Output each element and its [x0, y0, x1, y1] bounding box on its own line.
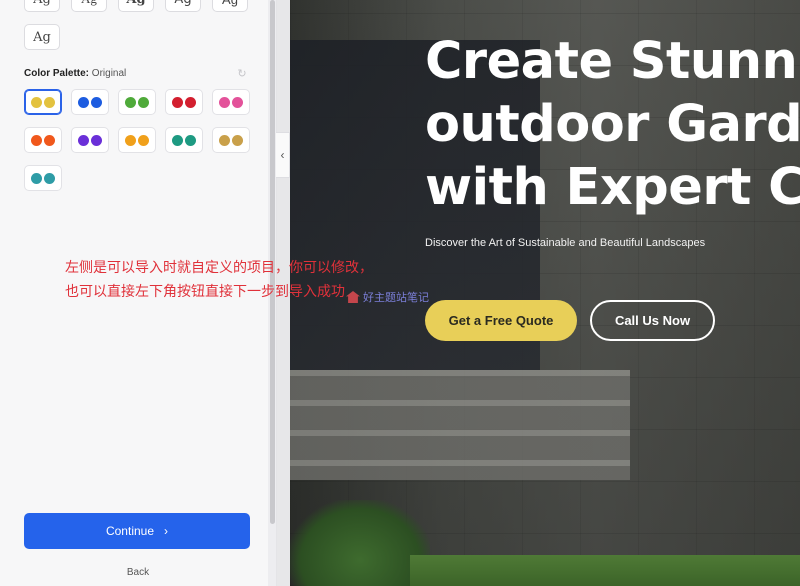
hero-subtitle: Discover the Art of Sustainable and Beau…	[425, 237, 706, 249]
annotation-line: 也可以直接左下角按钮直接下一步到导入成功	[65, 284, 345, 300]
continue-button[interactable]: Continue ›	[24, 513, 250, 549]
color-dot	[172, 134, 183, 146]
color-dot	[31, 134, 42, 146]
font-option[interactable]: Ag	[71, 0, 107, 12]
background-steps	[290, 370, 630, 480]
palette-swatch[interactable]	[165, 127, 203, 153]
house-icon	[346, 291, 360, 303]
font-option[interactable]: Ag	[118, 0, 154, 12]
color-dot	[91, 96, 102, 108]
color-dot	[78, 134, 89, 146]
watermark-text: 好主题站笔记	[363, 292, 429, 304]
continue-label: Continue	[105, 524, 155, 538]
hero-title: Create Stunnin outdoor Garde with Expert…	[425, 30, 800, 219]
palette-swatch[interactable]	[71, 127, 109, 153]
color-dot	[138, 134, 149, 146]
collapse-sidebar-button[interactable]: ‹	[276, 132, 290, 178]
palette-swatch[interactable]	[24, 127, 62, 153]
color-dot	[78, 96, 89, 108]
hero-line: with Expert Ca	[425, 158, 800, 217]
annotation-text: 左侧是可以导入时就自定义的项目，你可以修改， 也可以直接左下角按钮直接下一步到导…	[65, 256, 373, 304]
color-palette-label: Color Palette: Original	[24, 68, 126, 79]
palette-value: Original	[91, 68, 127, 79]
chevron-left-icon: ‹	[280, 148, 285, 162]
color-dot	[138, 96, 149, 108]
reset-icon[interactable]: ↻	[236, 68, 248, 80]
color-dot	[232, 96, 243, 108]
hero-line: Create Stunnin	[425, 32, 800, 91]
color-dot	[31, 96, 42, 108]
palette-swatch[interactable]	[212, 89, 250, 115]
palette-swatch[interactable]	[24, 165, 62, 191]
annotation-line: 左侧是可以导入时就自定义的项目，你可以修改，	[65, 260, 373, 276]
color-dot	[91, 134, 102, 146]
watermark: 好主题站笔记	[346, 289, 429, 305]
font-option[interactable]: Ag	[24, 24, 60, 50]
palette-swatch[interactable]	[24, 89, 62, 115]
color-dot	[44, 172, 55, 184]
color-dot	[185, 134, 196, 146]
color-dot	[44, 134, 55, 146]
font-option[interactable]: Ag	[212, 0, 248, 12]
hero-line: outdoor Garde	[425, 95, 800, 154]
font-option[interactable]: Ag	[24, 0, 60, 12]
font-option[interactable]: Ag	[165, 0, 201, 12]
back-link[interactable]: Back	[0, 567, 276, 578]
palette-swatch[interactable]	[71, 89, 109, 115]
chevron-right-icon: ›	[164, 524, 169, 538]
background-bush	[290, 500, 430, 586]
background-lawn	[410, 555, 800, 586]
color-dot	[44, 96, 55, 108]
color-dot	[219, 134, 230, 146]
color-dot	[31, 172, 42, 184]
palette-swatch[interactable]	[165, 89, 203, 115]
palette-label-text: Color Palette:	[24, 68, 90, 79]
palette-swatch[interactable]	[118, 127, 156, 153]
color-dot	[219, 96, 230, 108]
color-dot	[125, 96, 136, 108]
color-dot	[232, 134, 243, 146]
color-dot	[185, 96, 196, 108]
palette-swatch[interactable]	[118, 89, 156, 115]
get-quote-button[interactable]: Get a Free Quote	[425, 300, 577, 341]
color-dot	[172, 96, 183, 108]
color-dot	[125, 134, 136, 146]
palette-swatch[interactable]	[212, 127, 250, 153]
call-us-button[interactable]: Call Us Now	[590, 300, 715, 341]
